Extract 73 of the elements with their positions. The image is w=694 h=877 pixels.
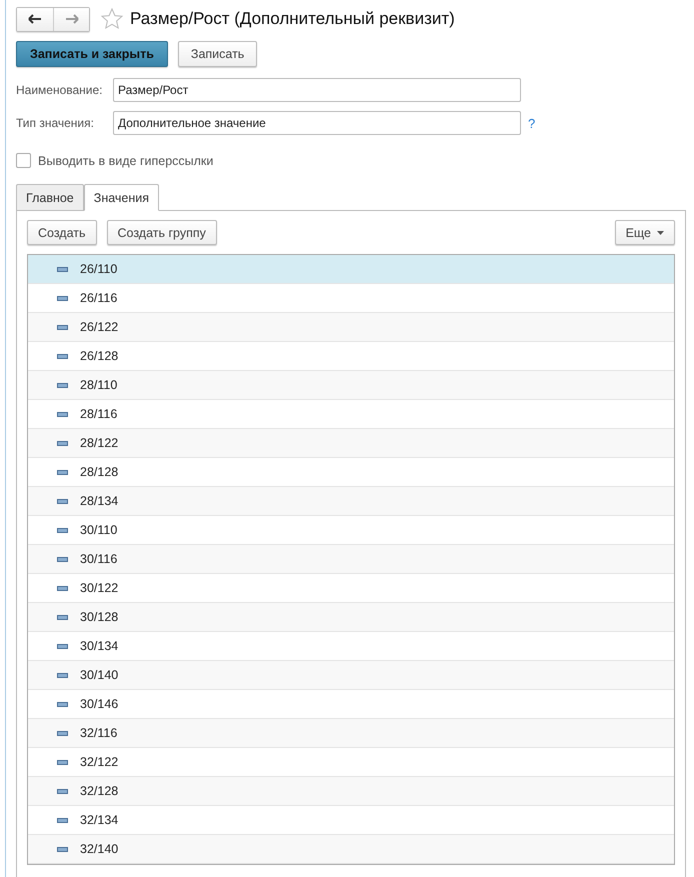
- item-icon: [57, 382, 68, 388]
- save-and-close-button[interactable]: Записать и закрыть: [16, 41, 168, 67]
- table-cell: 30/146: [80, 697, 118, 711]
- table-row[interactable]: 28/122: [28, 429, 674, 458]
- table-cell: 32/122: [80, 755, 118, 769]
- item-icon: [57, 498, 68, 504]
- item-icon: [57, 354, 68, 358]
- table-cell: 26/128: [80, 349, 118, 363]
- save-button[interactable]: Записать: [178, 41, 258, 67]
- table-row[interactable]: 26/110: [28, 255, 674, 284]
- tab[interactable]: Главное: [16, 184, 84, 211]
- table-cell: 32/116: [80, 726, 118, 740]
- item-icon: [57, 730, 68, 736]
- table-row[interactable]: 26/122: [28, 313, 674, 342]
- table-cell: 32/128: [80, 784, 118, 798]
- item-icon: [57, 528, 68, 532]
- back-arrow-icon: [28, 14, 42, 24]
- field-label: Тип значения:: [16, 116, 95, 130]
- item-icon: [57, 324, 68, 330]
- table-cell: 26/122: [80, 320, 118, 334]
- table-cell: 28/134: [80, 494, 118, 508]
- forward-arrow-icon: [64, 14, 78, 24]
- tab[interactable]: Значения: [84, 184, 160, 211]
- item-icon: [57, 702, 68, 706]
- table-cell: 28/116: [80, 407, 118, 421]
- item-icon: [57, 266, 68, 272]
- checkbox-label: Выводить в виде гиперссылки: [38, 154, 214, 168]
- create-button[interactable]: Создать: [27, 220, 97, 245]
- checkbox[interactable]: [16, 153, 31, 168]
- table-row[interactable]: 28/134: [28, 487, 674, 516]
- text-field[interactable]: Размер/Рост: [113, 78, 521, 102]
- field-label: Наименование:: [16, 83, 104, 97]
- item-icon: [57, 556, 68, 562]
- table-row[interactable]: 32/116: [28, 719, 674, 748]
- item-icon: [57, 296, 68, 300]
- item-icon: [57, 440, 68, 446]
- table-cell: 30/116: [80, 552, 118, 566]
- table-row[interactable]: 30/116: [28, 545, 674, 574]
- table-row[interactable]: 28/110: [28, 371, 674, 400]
- item-icon: [57, 586, 68, 590]
- item-icon: [57, 672, 68, 678]
- table-cell: 30/110: [80, 523, 118, 537]
- table-row[interactable]: 32/128: [28, 777, 674, 806]
- more-button[interactable]: Еще: [614, 220, 675, 245]
- create-group-button[interactable]: Создать группу: [106, 220, 217, 245]
- table-cell: 30/122: [80, 581, 118, 595]
- table-cell: 28/122: [80, 436, 118, 450]
- table-cell: 28/128: [80, 465, 118, 479]
- back-button[interactable]: [17, 8, 53, 30]
- table-row[interactable]: 32/140: [28, 835, 674, 864]
- table-cell: 30/140: [80, 668, 118, 682]
- table-cell: 26/116: [80, 291, 118, 305]
- item-icon: [57, 412, 68, 416]
- table-cell: 30/134: [80, 639, 118, 653]
- item-icon: [57, 818, 68, 822]
- star-icon[interactable]: [100, 7, 124, 31]
- text-field[interactable]: Дополнительное значение: [113, 111, 521, 135]
- table-cell: 32/134: [80, 813, 118, 827]
- table-cell: 32/140: [80, 842, 118, 856]
- table-row[interactable]: 30/140: [28, 661, 674, 690]
- item-icon: [57, 760, 68, 764]
- table-cell: 26/110: [80, 262, 118, 276]
- table-row[interactable]: 30/128: [28, 603, 674, 632]
- caret-icon: [657, 230, 664, 234]
- table-cell: 30/128: [80, 610, 118, 624]
- window-title: Размер/Рост (Дополнительный реквизит): [130, 9, 455, 29]
- table-cell: 28/110: [80, 378, 118, 392]
- item-icon: [57, 644, 68, 648]
- item-icon: [57, 788, 68, 794]
- item-icon: [57, 846, 68, 852]
- item-icon: [57, 470, 68, 474]
- help-link[interactable]: ?: [528, 116, 536, 130]
- item-icon: [57, 614, 68, 620]
